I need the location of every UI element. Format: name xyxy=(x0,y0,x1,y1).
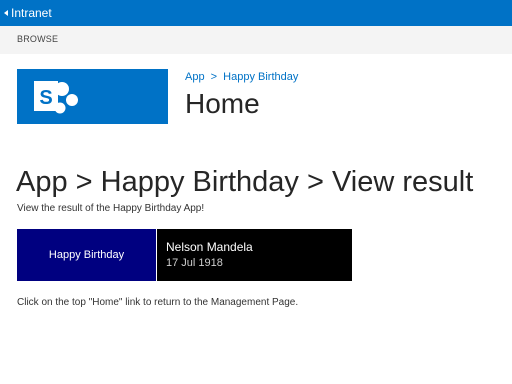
breadcrumb-happy-birthday[interactable]: Happy Birthday xyxy=(223,71,298,83)
page-subtitle: View the result of the Happy Birthday Ap… xyxy=(17,203,205,214)
tab-browse[interactable]: BROWSE xyxy=(17,34,58,44)
breadcrumb-app[interactable]: App xyxy=(185,71,205,83)
greeting-card: Happy Birthday xyxy=(17,229,156,281)
person-card: Nelson Mandela 17 Jul 1918 xyxy=(157,229,352,281)
suite-bar: Intranet xyxy=(0,0,512,26)
person-name: Nelson Mandela xyxy=(166,240,253,254)
greeting-text: Happy Birthday xyxy=(48,249,125,261)
site-title-home[interactable]: Home xyxy=(185,88,260,120)
intranet-link-label: Intranet xyxy=(11,6,52,20)
birth-date: 17 Jul 1918 xyxy=(166,257,223,269)
site-logo[interactable]: S xyxy=(17,69,168,124)
ribbon: BROWSE xyxy=(0,26,512,54)
breadcrumb-separator: > xyxy=(210,71,218,83)
page-title: App > Happy Birthday > View result xyxy=(16,166,474,198)
svg-text:S: S xyxy=(39,87,52,109)
return-instruction: Click on the top "Home" link to return t… xyxy=(17,297,299,308)
sharepoint-logo-icon: S xyxy=(34,81,78,114)
intranet-link[interactable]: Intranet xyxy=(4,5,52,21)
chevron-left-icon xyxy=(4,10,8,16)
breadcrumb: App > Happy Birthday xyxy=(185,71,298,83)
